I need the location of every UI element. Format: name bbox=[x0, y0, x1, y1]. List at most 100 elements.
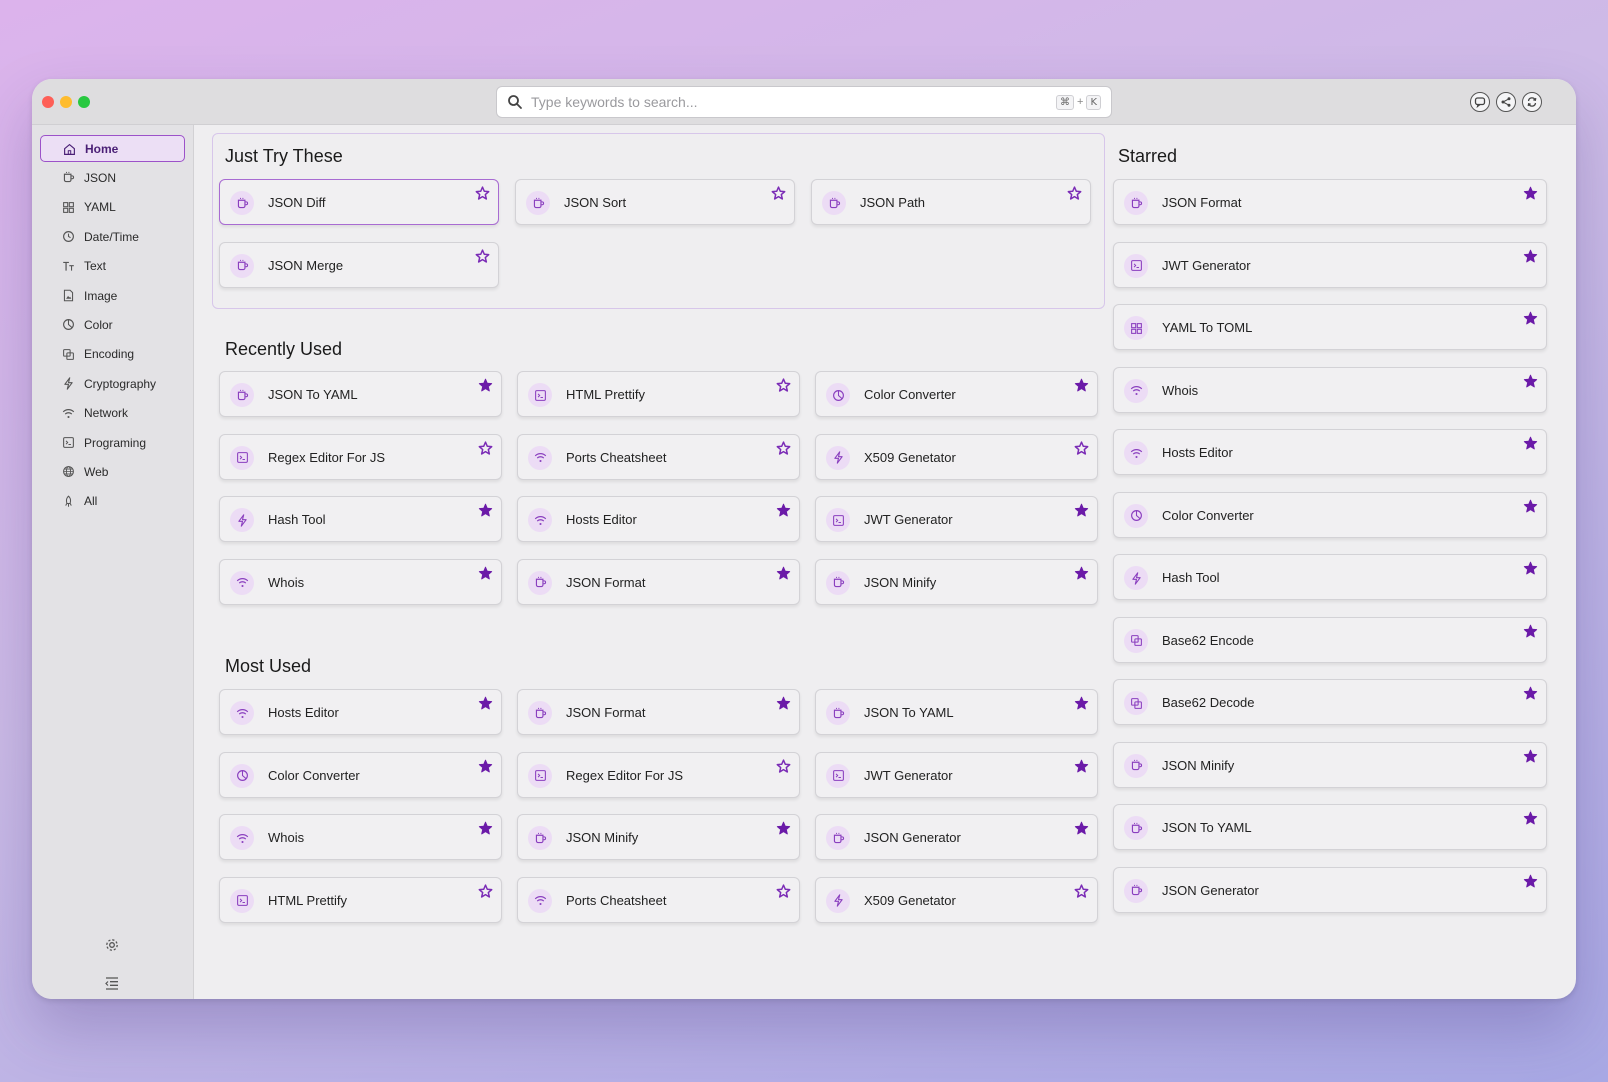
tool-card-color-converter[interactable]: Color Converter bbox=[219, 751, 502, 798]
tool-card-color-converter[interactable]: Color Converter bbox=[1113, 491, 1547, 538]
star-outline-icon[interactable] bbox=[771, 186, 786, 201]
minimize-window-button[interactable] bbox=[60, 96, 72, 108]
star-filled-icon[interactable] bbox=[1074, 696, 1089, 711]
star-filled-icon[interactable] bbox=[1074, 821, 1089, 836]
tool-card-base62-decode[interactable]: Base62 Decode bbox=[1113, 679, 1547, 725]
star-filled-icon[interactable] bbox=[478, 503, 493, 518]
search-input[interactable] bbox=[531, 94, 1056, 110]
tool-card-hosts-editor[interactable]: Hosts Editor bbox=[517, 496, 800, 542]
star-filled-icon[interactable] bbox=[1523, 811, 1538, 826]
tool-card-json-sort[interactable]: JSON Sort bbox=[515, 179, 795, 225]
tool-card-whois[interactable]: Whois bbox=[219, 814, 502, 860]
share-button[interactable] bbox=[1496, 92, 1516, 112]
close-window-button[interactable] bbox=[42, 96, 54, 108]
star-filled-icon[interactable] bbox=[1523, 374, 1538, 389]
sidebar-item-image[interactable]: Image bbox=[40, 282, 185, 309]
maximize-window-button[interactable] bbox=[78, 96, 90, 108]
sidebar-item-web[interactable]: Web bbox=[40, 458, 185, 485]
tool-card-json-merge[interactable]: JSON Merge bbox=[219, 241, 499, 288]
star-outline-icon[interactable] bbox=[776, 758, 791, 774]
sidebar-item-cryptography[interactable]: Cryptography bbox=[40, 370, 185, 397]
tool-card-html-prettify[interactable]: HTML Prettify bbox=[517, 371, 800, 417]
tool-card-jwt-generator[interactable]: JWT Generator bbox=[815, 751, 1098, 798]
sidebar-item-network[interactable]: Network bbox=[40, 400, 185, 427]
sidebar-item-programing[interactable]: Programing bbox=[40, 429, 185, 456]
collapse-sidebar-icon[interactable] bbox=[104, 975, 120, 991]
tool-card-jwt-generator[interactable]: JWT Generator bbox=[1113, 241, 1547, 288]
feedback-button[interactable] bbox=[1470, 92, 1490, 112]
tool-card-json-format[interactable]: JSON Format bbox=[517, 689, 800, 735]
tool-card-json-minify[interactable]: JSON Minify bbox=[815, 558, 1098, 605]
search-bar[interactable]: ⌘ + K bbox=[496, 86, 1112, 118]
star-filled-icon[interactable] bbox=[776, 821, 791, 836]
tool-card-json-format[interactable]: JSON Format bbox=[1113, 179, 1547, 225]
tool-card-ports-cheatsheet[interactable]: Ports Cheatsheet bbox=[517, 876, 800, 923]
star-filled-icon[interactable] bbox=[478, 821, 493, 836]
star-filled-icon[interactable] bbox=[776, 696, 791, 711]
star-filled-icon[interactable] bbox=[1523, 686, 1538, 701]
tool-card-color-converter[interactable]: Color Converter bbox=[815, 371, 1098, 417]
tool-card-hash-tool[interactable]: Hash Tool bbox=[219, 496, 502, 542]
star-filled-icon[interactable] bbox=[1523, 749, 1538, 764]
star-filled-icon[interactable] bbox=[478, 696, 493, 711]
star-filled-icon[interactable] bbox=[1074, 503, 1089, 518]
sidebar-item-date-time[interactable]: Date/Time bbox=[40, 223, 185, 250]
sidebar-item-encoding[interactable]: Encoding bbox=[40, 341, 185, 368]
star-outline-icon[interactable] bbox=[478, 883, 493, 899]
star-outline-icon[interactable] bbox=[475, 248, 490, 264]
star-filled-icon[interactable] bbox=[478, 566, 493, 581]
tool-card-regex-editor-for-js[interactable]: Regex Editor For JS bbox=[219, 433, 502, 480]
tool-card-base62-encode[interactable]: Base62 Encode bbox=[1113, 616, 1547, 663]
tool-card-hosts-editor[interactable]: Hosts Editor bbox=[219, 689, 502, 735]
tool-card-json-to-yaml[interactable]: JSON To YAML bbox=[1113, 804, 1547, 850]
star-outline-icon[interactable] bbox=[776, 378, 791, 393]
sidebar-item-yaml[interactable]: YAML bbox=[40, 194, 185, 221]
tool-card-html-prettify[interactable]: HTML Prettify bbox=[219, 876, 502, 923]
star-filled-icon[interactable] bbox=[776, 503, 791, 518]
star-outline-icon[interactable] bbox=[475, 186, 490, 201]
sidebar-item-json[interactable]: JSON bbox=[40, 164, 185, 191]
sidebar-item-all[interactable]: All bbox=[40, 488, 185, 515]
star-filled-icon[interactable] bbox=[776, 566, 791, 581]
tool-card-json-path[interactable]: JSON Path bbox=[811, 179, 1091, 225]
sidebar-item-home[interactable]: Home bbox=[40, 135, 185, 162]
tool-card-regex-editor-for-js[interactable]: Regex Editor For JS bbox=[517, 751, 800, 798]
star-filled-icon[interactable] bbox=[1523, 874, 1538, 889]
star-filled-icon[interactable] bbox=[1523, 311, 1538, 326]
tool-card-yaml-to-toml[interactable]: YAML To TOML bbox=[1113, 304, 1547, 350]
tool-card-x509-genetator[interactable]: X509 Genetator bbox=[815, 433, 1098, 480]
star-filled-icon[interactable] bbox=[1523, 561, 1538, 576]
tool-card-ports-cheatsheet[interactable]: Ports Cheatsheet bbox=[517, 433, 800, 480]
star-filled-icon[interactable] bbox=[478, 378, 493, 393]
tool-card-json-to-yaml[interactable]: JSON To YAML bbox=[815, 689, 1098, 735]
star-filled-icon[interactable] bbox=[1523, 436, 1538, 451]
star-outline-icon[interactable] bbox=[1074, 883, 1089, 899]
tool-card-json-generator[interactable]: JSON Generator bbox=[815, 814, 1098, 860]
tool-card-json-diff[interactable]: JSON Diff bbox=[219, 179, 499, 225]
tool-card-json-format[interactable]: JSON Format bbox=[517, 558, 800, 605]
star-filled-icon[interactable] bbox=[1074, 566, 1089, 581]
tool-card-json-minify[interactable]: JSON Minify bbox=[1113, 741, 1547, 788]
tool-card-jwt-generator[interactable]: JWT Generator bbox=[815, 496, 1098, 542]
tool-card-json-minify[interactable]: JSON Minify bbox=[517, 814, 800, 860]
sync-button[interactable] bbox=[1522, 92, 1542, 112]
star-outline-icon[interactable] bbox=[776, 883, 791, 899]
star-outline-icon[interactable] bbox=[1074, 440, 1089, 456]
star-filled-icon[interactable] bbox=[478, 759, 493, 774]
sidebar-item-color[interactable]: Color bbox=[40, 311, 185, 338]
star-outline-icon[interactable] bbox=[1067, 186, 1082, 201]
gear-icon[interactable] bbox=[104, 937, 120, 953]
tool-card-json-generator[interactable]: JSON Generator bbox=[1113, 866, 1547, 913]
star-filled-icon[interactable] bbox=[1074, 759, 1089, 774]
star-outline-icon[interactable] bbox=[478, 440, 493, 456]
star-outline-icon[interactable] bbox=[776, 440, 791, 456]
star-filled-icon[interactable] bbox=[1074, 378, 1089, 393]
tool-card-whois[interactable]: Whois bbox=[219, 558, 502, 605]
tool-card-whois[interactable]: Whois bbox=[1113, 366, 1547, 413]
star-filled-icon[interactable] bbox=[1523, 186, 1538, 201]
star-filled-icon[interactable] bbox=[1523, 499, 1538, 514]
tool-card-hosts-editor[interactable]: Hosts Editor bbox=[1113, 429, 1547, 475]
tool-card-hash-tool[interactable]: Hash Tool bbox=[1113, 554, 1547, 600]
tool-card-json-to-yaml[interactable]: JSON To YAML bbox=[219, 371, 502, 417]
tool-card-x509-genetator[interactable]: X509 Genetator bbox=[815, 876, 1098, 923]
